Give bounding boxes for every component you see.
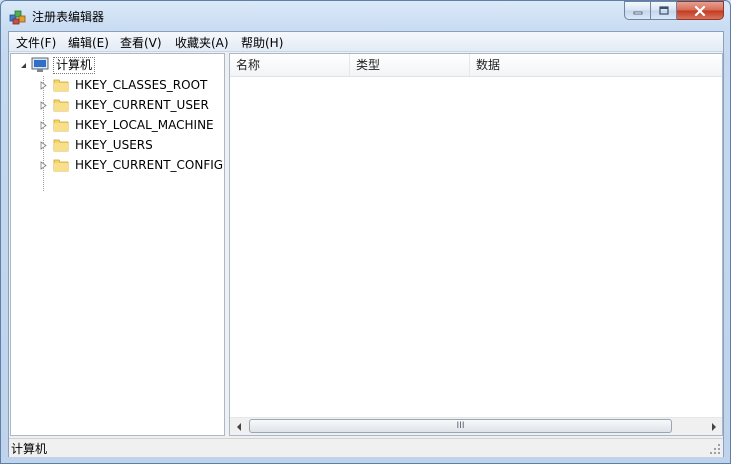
collapsed-arrow-icon[interactable]	[39, 80, 48, 90]
folder-icon	[53, 139, 69, 152]
resize-grip-icon[interactable]	[709, 443, 721, 455]
menu-view[interactable]: 查看(V)	[120, 34, 162, 51]
folder-icon	[53, 119, 69, 132]
column-header-name[interactable]: 名称	[230, 54, 350, 76]
menu-file[interactable]: 文件(F)	[16, 34, 56, 51]
scroll-left-arrow-icon	[236, 422, 241, 431]
close-button[interactable]	[677, 1, 724, 20]
maximize-button[interactable]	[651, 1, 677, 20]
horizontal-scrollbar[interactable]: III	[230, 417, 722, 435]
values-list[interactable]: 名称 类型 数据 III	[229, 53, 723, 436]
tree-item-hkey-current-config[interactable]: HKEY_CURRENT_CONFIG	[39, 155, 223, 175]
minimize-button[interactable]	[624, 1, 651, 20]
collapsed-arrow-icon[interactable]	[39, 100, 48, 110]
registry-editor-window: 注册表编辑器 文件(F) 编辑(E) 查看(V) 收藏夹(A) 帮助(H) 计算…	[0, 0, 731, 464]
window-title: 注册表编辑器	[32, 10, 105, 24]
scroll-right-button[interactable]	[705, 418, 722, 435]
tree-item-hkey-local-machine[interactable]: HKEY_LOCAL_MACHINE	[39, 115, 214, 135]
expanded-arrow-icon[interactable]	[19, 61, 28, 70]
tree-item-computer[interactable]: 计算机	[19, 55, 96, 75]
registry-tree[interactable]: 计算机 HKEY_CLASSES_ROOT HKEY_CURRENT_USER …	[10, 53, 225, 436]
tree-label-hkey-local-machine: HKEY_LOCAL_MACHINE	[75, 118, 214, 132]
status-path: 计算机	[11, 442, 48, 456]
minimize-icon	[633, 11, 642, 14]
column-header-data[interactable]: 数据	[470, 54, 722, 76]
client-area: 文件(F) 编辑(E) 查看(V) 收藏夹(A) 帮助(H) 计算机 HKEY_…	[8, 31, 724, 457]
menu-bar: 文件(F) 编辑(E) 查看(V) 收藏夹(A) 帮助(H)	[9, 32, 723, 52]
close-icon	[694, 5, 706, 16]
tree-label-hkey-classes-root: HKEY_CLASSES_ROOT	[75, 78, 208, 92]
menu-favorites[interactable]: 收藏夹(A)	[175, 34, 229, 51]
scroll-left-button[interactable]	[230, 418, 247, 435]
tree-label-hkey-users: HKEY_USERS	[75, 138, 153, 152]
computer-icon	[31, 57, 49, 72]
menu-edit[interactable]: 编辑(E)	[68, 34, 109, 51]
tree-label-hkey-current-user: HKEY_CURRENT_USER	[75, 98, 209, 112]
folder-icon	[53, 79, 69, 92]
menu-help[interactable]: 帮助(H)	[241, 34, 283, 51]
folder-icon	[53, 99, 69, 112]
tree-item-hkey-current-user[interactable]: HKEY_CURRENT_USER	[39, 95, 209, 115]
title-bar[interactable]: 注册表编辑器	[1, 1, 730, 31]
folder-icon	[53, 159, 69, 172]
caption-buttons	[624, 1, 724, 21]
tree-item-hkey-users[interactable]: HKEY_USERS	[39, 135, 153, 155]
scroll-right-arrow-icon	[711, 422, 716, 431]
scrollbar-thumb[interactable]: III	[249, 419, 672, 433]
column-headers: 名称 类型 数据	[230, 54, 722, 77]
status-bar: 计算机	[9, 438, 723, 457]
maximize-icon	[658, 6, 669, 15]
tree-label-hkey-current-config: HKEY_CURRENT_CONFIG	[75, 158, 224, 172]
column-header-type[interactable]: 类型	[350, 54, 470, 76]
tree-label-computer: 计算机	[53, 56, 96, 74]
scrollbar-grip: III	[456, 420, 465, 431]
regedit-icon	[9, 10, 26, 25]
collapsed-arrow-icon[interactable]	[39, 140, 48, 150]
tree-item-hkey-classes-root[interactable]: HKEY_CLASSES_ROOT	[39, 75, 207, 95]
collapsed-arrow-icon[interactable]	[39, 160, 48, 170]
collapsed-arrow-icon[interactable]	[39, 120, 48, 130]
